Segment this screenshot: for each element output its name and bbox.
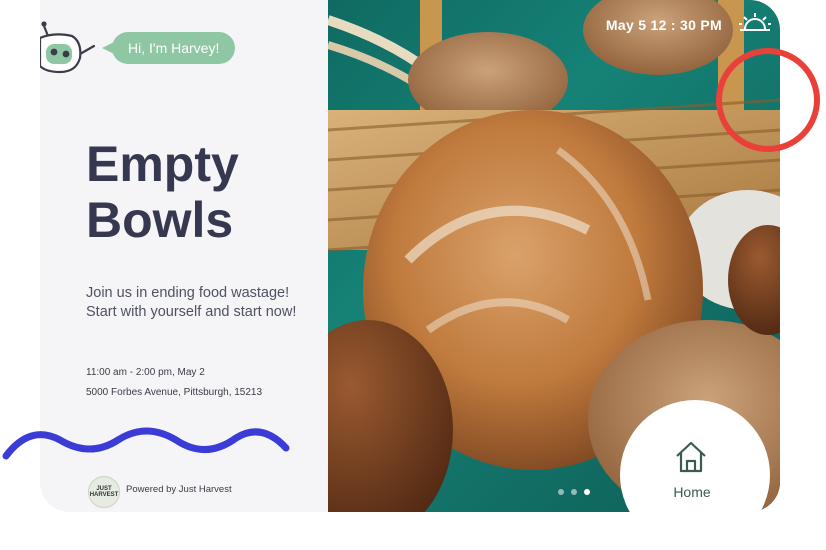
event-title-line2: Bowls (86, 192, 234, 248)
annotation-circle (716, 48, 820, 152)
just-harvest-logo: JUST HARVEST (88, 476, 120, 508)
carousel-dot-active[interactable] (584, 489, 590, 495)
event-address: 5000 Forbes Avenue, Pittsburgh, 15213 (86, 387, 263, 398)
event-description-line2: Start with yourself and start now! (86, 304, 297, 320)
status-datetime: May 5 12 : 30 PM (605, 17, 722, 33)
event-description-line1: Join us in ending food wastage! (86, 285, 290, 301)
home-button[interactable] (620, 400, 770, 550)
powered-by-text: Powered by Just Harvest (126, 484, 232, 495)
carousel-dot[interactable] (571, 489, 577, 495)
event-description: Join us in ending food wastage! Start wi… (86, 284, 326, 322)
sunrise-icon (739, 13, 771, 31)
event-time: 11:00 am - 2:00 pm, May 2 (86, 367, 205, 378)
carousel-pagination (558, 489, 590, 495)
home-icon[interactable] (674, 440, 708, 474)
carousel-dot[interactable] (558, 489, 564, 495)
assistant-greeting-bubble[interactable]: Hi, I'm Harvey! (112, 32, 236, 64)
event-title-line1: Empty (86, 136, 239, 192)
annotation-squiggle (2, 427, 290, 460)
event-title: Empty Bowls (86, 136, 316, 248)
robot-assistant-icon[interactable] (40, 14, 100, 78)
logo-text-line2: HARVEST (89, 492, 119, 498)
home-label[interactable]: Home (660, 484, 724, 500)
